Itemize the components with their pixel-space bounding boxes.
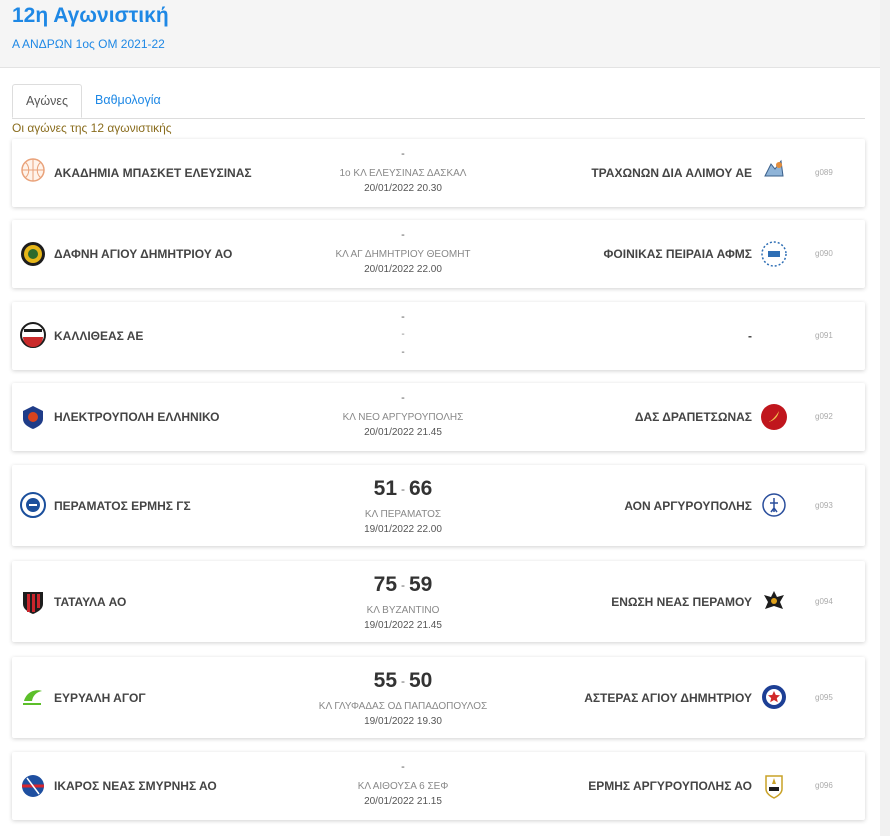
tab-bar: Αγώνες Βαθμολογία [12,84,865,119]
home-team-name[interactable]: ΕΥΡΥΑΛΗ ΑΓΟΓ [54,691,146,705]
game-code: g091 [815,331,833,340]
page-title: 12η Αγωνιστική [12,4,169,27]
basketball-icon [19,156,47,184]
score-separator: - [401,578,405,593]
home-team-name[interactable]: ΠΕΡΑΜΑΤΟΣ ΕΡΜΗΣ ΓΣ [54,499,191,513]
home-score: 55 [373,669,397,692]
blue-figure-crest-icon [760,491,788,519]
away-team-name[interactable]: ΦΟΙΝΙΚΑΣ ΠΕΙΡΑΙΑ ΑΦΜΣ [604,247,752,261]
game-datetime: 19/01/2022 22.00 [364,524,442,535]
home-score: 75 [373,573,397,596]
venue: 1ο ΚΛ ΕΛΕΥΣΙΝΑΣ ΔΑΣΚΑΛ [339,168,467,179]
game-card[interactable]: ΕΥΡΥΑΛΗ ΑΓΟΓ 55-50 ΚΛ ΓΛΥΦΑΔΑΣ ΟΔ ΠΑΠΑΔΟ… [12,657,865,738]
round-caption: Οι αγώνες της 12 αγωνιστικής [12,121,172,135]
venue: ΚΛ ΒΥΖΑΝΤΙΝΟ [366,605,440,616]
venue: - [401,329,405,340]
away-score: 66 [409,477,433,500]
laurel-crest-icon [19,240,47,268]
game-code: g092 [815,412,833,421]
game-card[interactable]: ΤΑΤΑΥΛΑ ΑΟ 75-59 ΚΛ ΒΥΖΑΝΤΙΝΟ 19/01/2022… [12,561,865,642]
home-team-name[interactable]: ΗΛΕΚΤΡΟΥΠΟΛΗ ΕΛΛΗΝΙΚΟ [54,410,220,424]
score-separator: - [401,674,405,689]
green-logo-icon [19,683,47,711]
home-score: 51 [373,477,397,500]
final-score: 75-59 [253,573,553,599]
game-code: g089 [815,168,833,177]
final-score: 51-66 [253,477,553,503]
game-datetime: 20/01/2022 21.15 [364,796,442,807]
away-team-name[interactable]: ΔΑΣ ΔΡΑΠΕΤΣΩΝΑΣ [635,410,752,424]
game-datetime: 20/01/2022 21.45 [364,427,442,438]
final-score: 55-50 [253,669,553,695]
score-placeholder: - [401,311,405,323]
away-team-name[interactable]: ΑΟΝ ΑΡΓΥΡΟΥΠΟΛΗΣ [624,499,752,513]
home-team-name[interactable]: ΙΚΑΡΟΣ ΝΕΑΣ ΣΜΥΡΝΗΣ ΑΟ [54,779,217,793]
away-team-name[interactable]: ΑΣΤΕΡΑΣ ΑΓΙΟΥ ΔΗΜΗΤΡΙΟΥ [584,691,752,705]
game-card[interactable]: ΠΕΡΑΜΑΤΟΣ ΕΡΜΗΣ ΓΣ 51-66 ΚΛ ΠΕΡΑΜΑΤΟΣ 19… [12,465,865,546]
game-card[interactable]: ΗΛΕΚΤΡΟΥΠΟΛΗ ΕΛΛΗΝΙΚΟ - ΚΛ ΝΕΟ ΑΡΓΥΡΟΥΠΟ… [12,383,865,451]
away-team-name[interactable]: ΕΝΩΣΗ ΝΕΑΣ ΠΕΡΑΜΟΥ [611,595,752,609]
striped-shield-icon [19,588,47,616]
eagle-crest-icon [760,587,788,615]
venue: ΚΛ ΓΛΥΦΑΔΑΣ ΟΔ ΠΑΠΑΔΟΠΟΥΛΟΣ [318,701,488,712]
game-datetime: 19/01/2022 21.45 [364,620,442,631]
away-team-name[interactable]: ΤΡΑΧΩΝΩΝ ΔΙΑ ΑΛΙΜΟΥ ΑΕ [591,166,752,180]
game-card[interactable]: ΔΑΦΝΗ ΑΓΙΟΥ ΔΗΜΗΤΡΙΟΥ ΑΟ - ΚΛ ΑΓ ΔΗΜΗΤΡΙ… [12,220,865,288]
score-separator: - [401,482,405,497]
phoenix-crest-icon [760,240,788,268]
game-card[interactable]: ΙΚΑΡΟΣ ΝΕΑΣ ΣΜΥΡΝΗΣ ΑΟ - ΚΛ ΑΙΘΟΥΣΑ 6 ΣΕ… [12,752,865,820]
page-subtitle: Α ΑΝΔΡΩΝ 1ος ΟΜ 2021-22 [12,37,165,51]
kallithea-crest-icon [19,321,47,349]
venue: ΚΛ ΝΕΟ ΑΡΓΥΡΟΥΠΟΛΗΣ [342,412,464,423]
game-code: g094 [815,597,833,606]
game-datetime: - [401,347,405,358]
hermes-crest-icon [760,772,788,800]
home-team-name[interactable]: ΚΑΛΛΙΘΕΑΣ ΑΕ [54,329,143,343]
home-team-name[interactable]: ΔΑΦΝΗ ΑΓΙΟΥ ΔΗΜΗΤΡΙΟΥ ΑΟ [54,247,232,261]
blue-crest-icon [19,491,47,519]
away-score: 59 [409,573,433,596]
away-score: 50 [409,669,433,692]
venue: ΚΛ ΑΓ ΔΗΜΗΤΡΙΟΥ ΘΕΟΜΗΤ [335,249,471,260]
game-code: g095 [815,693,833,702]
game-code: g093 [815,501,833,510]
score-placeholder: - [401,761,405,773]
score-placeholder: - [401,392,405,404]
home-team-name[interactable]: ΤΑΤΑΥΛΑ ΑΟ [54,595,126,609]
game-datetime: 20/01/2022 20.30 [364,183,442,194]
score-placeholder: - [401,229,405,241]
page-header: 12η Αγωνιστική Α ΑΝΔΡΩΝ 1ος ΟΜ 2021-22 [0,0,880,68]
away-team-name[interactable]: - [748,329,752,343]
game-code: g090 [815,249,833,258]
scrollbar[interactable] [880,0,890,836]
game-code: g096 [815,781,833,790]
home-team-name[interactable]: ΑΚΑΔΗΜΙΑ ΜΠΑΣΚΕΤ ΕΛΕΥΣΙΝΑΣ [54,166,252,180]
game-datetime: 20/01/2022 22.00 [364,264,442,275]
game-card[interactable]: ΚΑΛΛΙΘΕΑΣ ΑΕ - - - - g091 [12,302,865,370]
tab-games[interactable]: Αγώνες [12,84,82,118]
red-bird-crest-icon [760,403,788,431]
away-team-name[interactable]: ΕΡΜΗΣ ΑΡΓΥΡΟΥΠΟΛΗΣ ΑΟ [588,779,752,793]
mascot-icon [760,156,788,184]
star-crest-icon [760,683,788,711]
venue: ΚΛ ΠΕΡΑΜΑΤΟΣ [364,509,442,520]
score-placeholder: - [401,148,405,160]
ikaros-ball-icon [19,772,47,800]
venue: ΚΛ ΑΙΘΟΥΣΑ 6 ΣΕΦ [357,781,449,792]
game-card[interactable]: ΑΚΑΔΗΜΙΑ ΜΠΑΣΚΕΤ ΕΛΕΥΣΙΝΑΣ - 1ο ΚΛ ΕΛΕΥΣ… [12,139,865,207]
electric-crest-icon [19,403,47,431]
tab-standings[interactable]: Βαθμολογία [82,84,174,117]
game-datetime: 19/01/2022 19.30 [364,716,442,727]
